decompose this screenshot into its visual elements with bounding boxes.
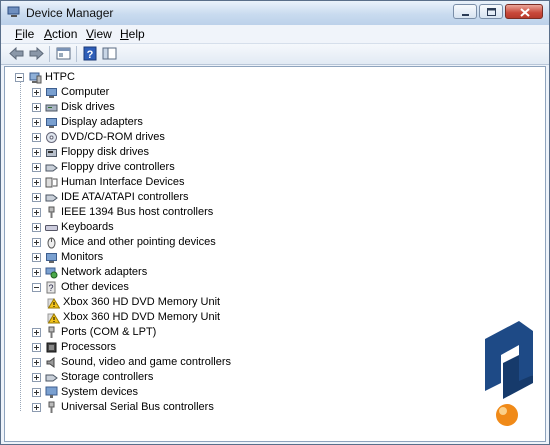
processor-icon	[46, 342, 57, 353]
tree-category-label: Display adapters	[61, 116, 143, 128]
hid-icon	[45, 177, 58, 188]
help-icon[interactable]: ?	[82, 46, 99, 61]
expand-icon[interactable]	[32, 388, 41, 397]
close-button[interactable]	[505, 4, 543, 19]
menu-file[interactable]: File	[15, 27, 34, 41]
tree-root-label: HTPC	[45, 71, 75, 83]
expand-icon[interactable]	[32, 238, 41, 247]
title-bar[interactable]: Device Manager	[1, 1, 549, 26]
expand-icon[interactable]	[32, 223, 41, 232]
sound-icon	[46, 357, 55, 368]
tree-device-label: Xbox 360 HD DVD Memory Unit	[63, 311, 221, 323]
minimize-icon	[462, 14, 469, 16]
tree-category-label: Floppy drive controllers	[61, 161, 175, 173]
device-manager-window: Device Manager File Action View Help ? H…	[0, 0, 550, 445]
tree-category-label: Disk drives	[61, 101, 115, 113]
tree-category-label: Floppy disk drives	[61, 146, 150, 158]
tree-category-label: Network adapters	[61, 266, 148, 278]
menu-bar: File Action View Help	[1, 25, 549, 44]
tree-category-label: IEEE 1394 Bus host controllers	[61, 206, 214, 218]
back-icon[interactable]	[8, 46, 25, 61]
menu-action[interactable]: Action	[44, 27, 77, 41]
keyboard-icon	[45, 225, 58, 231]
floppy-controller-icon	[45, 164, 58, 172]
tree-category-label: Sound, video and game controllers	[61, 356, 231, 368]
tree-category-label: IDE ATA/ATAPI controllers	[61, 191, 189, 203]
maximize-icon	[487, 8, 496, 16]
close-icon	[520, 8, 530, 17]
menu-help[interactable]: Help	[120, 27, 145, 41]
expand-icon[interactable]	[32, 193, 41, 202]
display-adapter-icon	[46, 118, 57, 128]
lr-watermark-logo	[485, 321, 533, 426]
svg-text:?: ?	[87, 49, 94, 61]
svg-text:?: ?	[48, 283, 53, 293]
tree-category-label: Mice and other pointing devices	[61, 236, 216, 248]
port-icon	[48, 326, 55, 338]
expand-icon[interactable]	[32, 133, 41, 142]
tree-category-label: Processors	[61, 341, 117, 353]
expand-icon[interactable]	[32, 403, 41, 412]
expand-icon[interactable]	[32, 163, 41, 172]
warning-icon	[47, 298, 60, 309]
system-icon	[45, 386, 58, 398]
tree-category-label: Other devices	[61, 281, 129, 293]
expand-icon[interactable]	[32, 328, 41, 337]
expand-icon[interactable]	[32, 148, 41, 157]
toolbar: ?	[1, 44, 549, 65]
minimize-button[interactable]	[453, 4, 477, 19]
show-hide-console-tree-icon[interactable]	[101, 46, 118, 61]
forward-icon[interactable]	[28, 46, 45, 61]
tree-category-label: Computer	[61, 86, 110, 98]
usb-icon	[48, 401, 55, 413]
tree-category-label: Universal Serial Bus controllers	[61, 401, 214, 413]
tree-category-label: Keyboards	[61, 221, 114, 233]
expand-icon[interactable]	[32, 358, 41, 367]
device-manager-icon	[7, 6, 20, 17]
maximize-button[interactable]	[479, 4, 503, 19]
monitor-icon	[46, 88, 57, 98]
tree-category-label: Human Interface Devices	[61, 176, 185, 188]
tree-device-label: Xbox 360 HD DVD Memory Unit	[63, 296, 221, 308]
expand-icon[interactable]	[32, 178, 41, 187]
expand-icon[interactable]	[32, 103, 41, 112]
network-icon	[45, 267, 58, 279]
expand-icon[interactable]	[32, 373, 41, 382]
expand-icon[interactable]	[32, 118, 41, 127]
device-tree[interactable]: HTPC Computer Disk drives Display adapters D…	[4, 66, 546, 442]
tree-category-label: System devices	[61, 386, 139, 398]
tree-category-label: Ports (COM & LPT)	[61, 326, 157, 338]
ieee1394-icon	[48, 206, 55, 218]
storage-icon	[45, 374, 58, 382]
expand-icon[interactable]	[32, 253, 41, 262]
expand-icon[interactable]	[32, 208, 41, 217]
dvd-icon	[46, 132, 57, 143]
computer-root-icon	[29, 72, 42, 84]
monitor-icon	[46, 253, 57, 263]
ide-icon	[45, 194, 58, 202]
tree-category-label: DVD/CD-ROM drives	[61, 131, 165, 143]
mouse-icon	[47, 237, 56, 249]
expand-icon[interactable]	[32, 88, 41, 97]
disk-icon	[45, 104, 58, 112]
menu-view[interactable]: View	[86, 27, 112, 41]
expand-icon[interactable]	[32, 268, 41, 277]
window-title: Device Manager	[26, 6, 114, 20]
expand-icon[interactable]	[32, 343, 41, 352]
floppy-icon	[46, 149, 57, 157]
warning-icon	[47, 313, 60, 324]
collapse-icon[interactable]	[32, 283, 41, 292]
question-device-icon: ?	[46, 281, 56, 294]
tree-category-label: Storage controllers	[61, 371, 154, 383]
tree-category-label: Monitors	[61, 251, 104, 263]
properties-view-icon[interactable]	[55, 46, 72, 61]
